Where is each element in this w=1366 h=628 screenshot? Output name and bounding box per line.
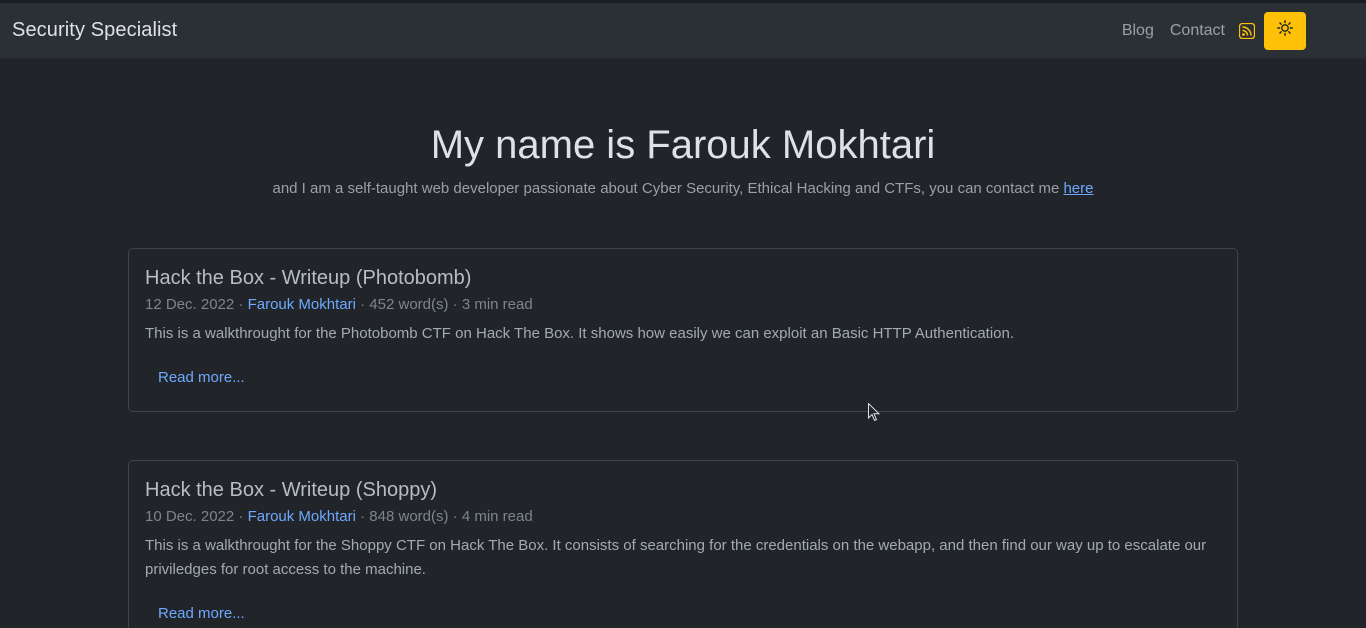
- nav-link-contact[interactable]: Contact: [1170, 22, 1225, 40]
- post-author-link[interactable]: Farouk Mokhtari: [248, 296, 356, 313]
- hero-title: My name is Farouk Mokhtari: [430, 123, 936, 167]
- post-stats: 452 word(s) · 3 min read: [369, 296, 533, 313]
- hero-subtitle-text: and I am a self-taught web developer pas…: [272, 180, 1064, 197]
- post-excerpt: This is a walkthrought for the Shoppy CT…: [145, 537, 1207, 578]
- post-title[interactable]: Hack the Box - Writeup (Shoppy): [145, 477, 1221, 503]
- site-brand[interactable]: Security Specialist: [12, 19, 177, 42]
- post-title[interactable]: Hack the Box - Writeup (Photobomb): [145, 265, 1221, 291]
- contact-here-link[interactable]: here: [1063, 180, 1093, 197]
- navbar: Security Specialist Blog Contact: [0, 3, 1366, 59]
- nav-link-blog[interactable]: Blog: [1122, 22, 1154, 40]
- sun-icon: [1277, 20, 1293, 41]
- post-meta: 10 Dec. 2022 · Farouk Mokhtari · 848 wor…: [145, 508, 533, 525]
- hero-subtitle: and I am a self-taught web developer pas…: [0, 180, 1366, 197]
- post-stats: 848 word(s) · 4 min read: [369, 508, 533, 525]
- post-date: 12 Dec. 2022: [145, 296, 235, 313]
- read-more-link[interactable]: Read more...: [158, 605, 245, 622]
- hero: My name is Farouk Mokhtari and I am a se…: [0, 59, 1366, 197]
- nav-links: Blog Contact: [1122, 11, 1306, 50]
- post-card: Hack the Box - Writeup (Photobomb) 12 De…: [128, 248, 1238, 412]
- mouse-cursor-icon: [868, 402, 881, 427]
- theme-toggle-button[interactable]: [1264, 11, 1306, 50]
- post-date: 10 Dec. 2022: [145, 508, 235, 525]
- read-more-link[interactable]: Read more...: [158, 369, 245, 386]
- post-list: Hack the Box - Writeup (Photobomb) 12 De…: [128, 197, 1238, 628]
- post-author-link[interactable]: Farouk Mokhtari: [248, 508, 356, 525]
- post-meta: 12 Dec. 2022 · Farouk Mokhtari · 452 wor…: [145, 296, 533, 313]
- post-excerpt: This is a walkthrought for the Photobomb…: [145, 325, 1015, 342]
- rss-icon[interactable]: [1238, 22, 1256, 39]
- post-card: Hack the Box - Writeup (Shoppy) 10 Dec. …: [128, 460, 1238, 628]
